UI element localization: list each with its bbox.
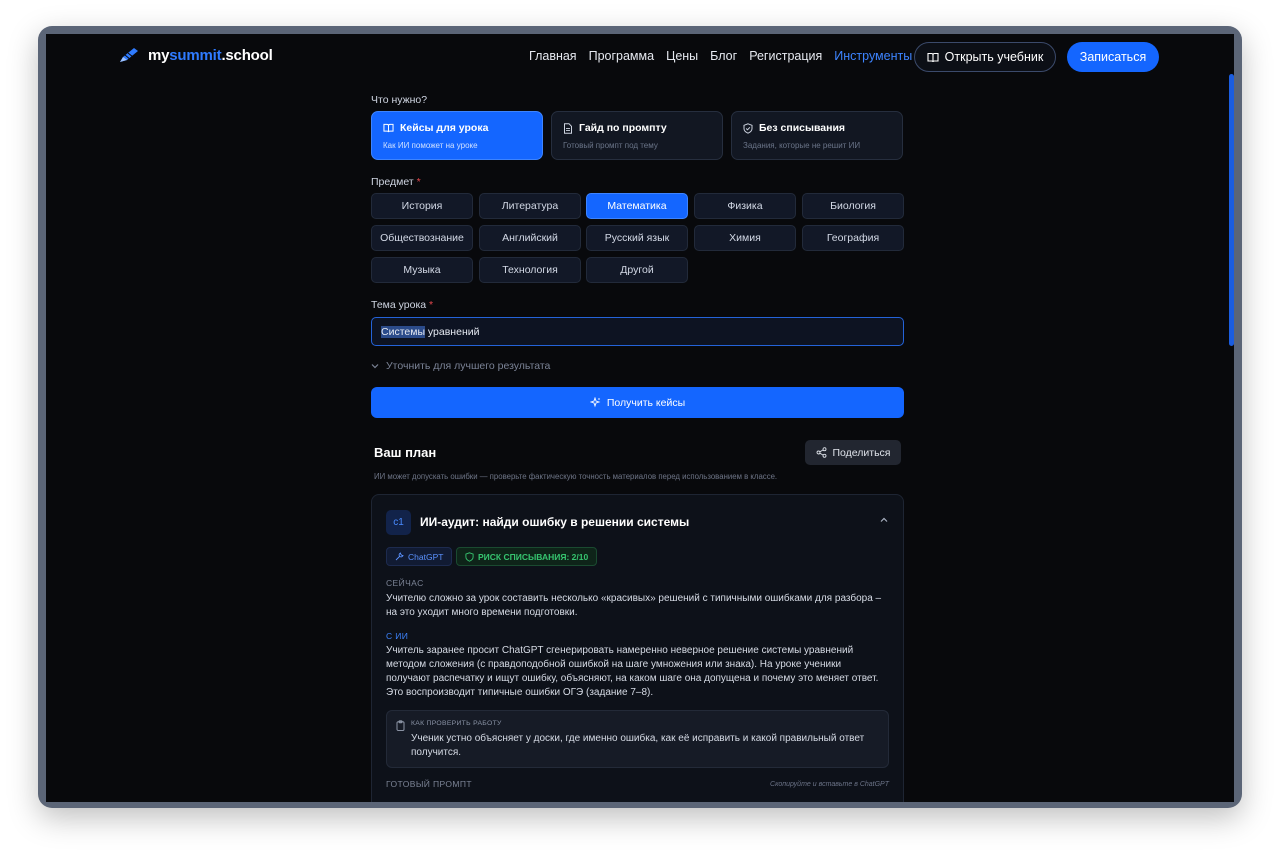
nav-link-home[interactable]: Главная (529, 49, 577, 63)
plan-title: Ваш план (374, 445, 437, 460)
now-label: СЕЙЧАС (386, 578, 424, 588)
pencil-logo-icon (118, 46, 140, 64)
main-nav: Главная Программа Цены Блог Регистрация … (529, 49, 924, 63)
type-card-prompt-guide[interactable]: Гайд по промпту Готовый промпт под тему (551, 111, 723, 160)
sparkles-icon (589, 397, 601, 408)
type-card-subtitle: Готовый промпт под тему (563, 141, 658, 150)
type-card-title: Гайд по промпту (579, 122, 667, 134)
open-textbook-button[interactable]: Открыть учебник (914, 42, 1056, 72)
nav-link-tools[interactable]: Инструменты (834, 49, 924, 63)
share-icon (816, 447, 826, 458)
chevron-up-icon[interactable] (879, 516, 889, 524)
subject-music[interactable]: Музыка (371, 257, 473, 283)
tool-tag: ChatGPT (386, 547, 453, 566)
browser-viewport: mysummit.school Главная Программа Цены Б… (46, 34, 1234, 802)
risk-badge: РИСК СПИСЫВАНИЯ: 2/10 (456, 547, 598, 566)
refine-toggle[interactable]: Уточнить для лучшего результата (371, 360, 550, 372)
check-work-label: КАК ПРОВЕРИТЬ РАБОТУ (411, 720, 502, 727)
subject-literature[interactable]: Литература (479, 193, 581, 219)
shield-icon (465, 551, 474, 562)
nav-tools-label: Инструменты (834, 49, 913, 63)
logo[interactable]: mysummit.school (118, 46, 273, 64)
document-icon (564, 122, 572, 134)
nav-link-prices[interactable]: Цены (666, 49, 698, 63)
nav-link-program[interactable]: Программа (589, 49, 655, 63)
logo-text: mysummit.school (148, 46, 273, 64)
case-title: ИИ-аудит: найди ошибку в решении системы (420, 515, 690, 529)
clipboard-icon (396, 720, 405, 731)
site-header: mysummit.school Главная Программа Цены Б… (46, 34, 1234, 80)
enroll-button[interactable]: Записаться (1067, 42, 1159, 72)
type-card-title: Без списывания (759, 122, 846, 134)
topic-text: уравнений (425, 325, 480, 338)
ai-disclaimer: ИИ может допускать ошибки — проверьте фа… (374, 472, 778, 481)
chevron-down-icon (371, 364, 379, 369)
get-cases-label: Получить кейсы (606, 396, 686, 409)
get-cases-button[interactable]: Получить кейсы (371, 387, 904, 418)
subject-biology[interactable]: Биология (802, 193, 904, 219)
subject-technology[interactable]: Технология (479, 257, 581, 283)
now-text: Учителю сложно за урок составить несколь… (386, 593, 882, 618)
book-icon (927, 52, 939, 62)
subject-social-studies[interactable]: Обществознание (371, 225, 473, 251)
scrollbar-thumb[interactable] (1229, 74, 1234, 346)
type-card-subtitle: Задания, которые не решит ИИ (743, 141, 861, 150)
enroll-label: Записаться (1079, 50, 1147, 64)
book-open-icon (383, 123, 394, 133)
type-card-title: Кейсы для урока (400, 122, 489, 134)
subject-english[interactable]: Английский (479, 225, 581, 251)
shield-check-icon (743, 122, 753, 134)
topic-selected-text: Системы (381, 325, 425, 338)
subject-physics[interactable]: Физика (694, 193, 796, 219)
ready-prompt-label: ГОТОВЫЙ ПРОМПТ (386, 779, 473, 789)
subject-label: Предмет * (371, 176, 421, 188)
subject-geography[interactable]: География (802, 225, 904, 251)
wrench-icon (395, 552, 404, 561)
case-number-badge: c1 (386, 510, 411, 535)
tool-tag-label: ChatGPT (408, 551, 444, 562)
case-card: c1 ИИ-аудит: найди ошибку в решении сист… (371, 494, 904, 802)
share-button[interactable]: Поделиться (805, 440, 901, 465)
check-work-text: Ученик устно объясняет у доски, где имен… (411, 733, 865, 758)
subject-math[interactable]: Математика (586, 193, 688, 219)
refine-label: Уточнить для лучшего результата (386, 360, 551, 372)
nav-link-registration[interactable]: Регистрация (749, 49, 822, 63)
type-card-subtitle: Как ИИ поможет на уроке (383, 141, 478, 150)
prompt-hint: Скопируйте и вставьте в ChatGPT (770, 781, 889, 788)
risk-badge-label: РИСК СПИСЫВАНИЯ: 2/10 (478, 551, 589, 562)
subject-other[interactable]: Другой (586, 257, 688, 283)
subject-chemistry[interactable]: Химия (694, 225, 796, 251)
subject-history[interactable]: История (371, 193, 473, 219)
what-needed-label: Что нужно? (371, 94, 428, 106)
check-work-box: КАК ПРОВЕРИТЬ РАБОТУ Ученик устно объясн… (386, 710, 889, 768)
topic-input[interactable]: Системы уравнений (371, 317, 904, 346)
topic-label: Тема урока * (371, 299, 434, 311)
ai-label: С ИИ (386, 631, 409, 641)
type-card-no-cheating[interactable]: Без списывания Задания, которые не решит… (731, 111, 903, 160)
nav-link-blog[interactable]: Блог (710, 49, 737, 63)
subject-russian[interactable]: Русский язык (586, 225, 688, 251)
open-textbook-label: Открыть учебник (944, 50, 1044, 64)
type-card-cases[interactable]: Кейсы для урока Как ИИ поможет на уроке (371, 111, 543, 160)
ai-text: Учитель заранее просит ChatGPT сгенериро… (386, 645, 879, 698)
share-label: Поделиться (832, 446, 891, 459)
